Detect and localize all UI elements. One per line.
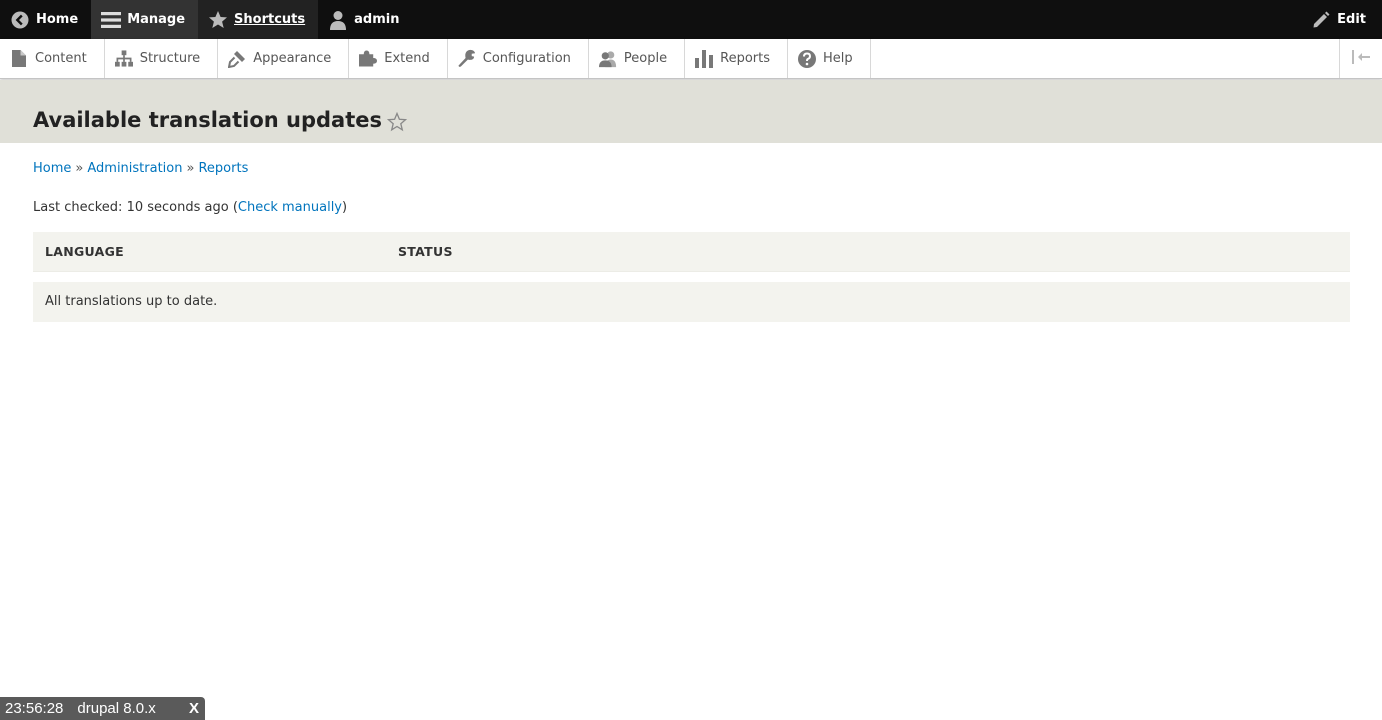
breadcrumb: Home» Administration» Reports (33, 161, 248, 176)
toolbar-shortcuts-label: Shortcuts (234, 12, 306, 27)
column-header-status: STATUS (398, 244, 453, 259)
toolbar-manage-tab[interactable]: Manage (91, 0, 199, 39)
tray-item-label: People (623, 51, 668, 66)
toolbar-edit-label: Edit (1337, 12, 1366, 27)
toolbar-manage-label: Manage (127, 12, 186, 27)
tray-item-label: Structure (139, 51, 201, 66)
toolbar-edit-button[interactable]: Edit (1301, 0, 1382, 39)
environment-overlay: 23:56:28 drupal 8.0.x X (0, 697, 205, 720)
add-shortcut-star-icon[interactable] (386, 111, 408, 132)
tray-item-appearance[interactable]: Appearance (218, 39, 350, 78)
people-icon (598, 50, 617, 68)
collapse-left-icon (1352, 49, 1370, 68)
page-title: Available translation updates (33, 108, 382, 132)
manage-tray: Content Structure Appearance Extend Conf… (0, 39, 1382, 79)
breadcrumb-separator: » (186, 161, 195, 176)
pencil-icon (1311, 10, 1331, 30)
tray-item-label: Content (35, 51, 87, 66)
tray-item-label: Help (823, 51, 853, 66)
bar-chart-icon (695, 49, 714, 68)
puzzle-icon (359, 50, 378, 68)
tray-item-content[interactable]: Content (0, 39, 105, 78)
table-row: All translations up to date. (33, 282, 1350, 322)
tray-item-label: Reports (720, 51, 770, 66)
tray-item-structure[interactable]: Structure (105, 39, 219, 78)
tray-spacer (871, 39, 1339, 78)
last-checked-text: Last checked: 10 seconds ago ( (33, 200, 238, 215)
toolbar-shortcuts-tab[interactable]: Shortcuts (198, 0, 319, 39)
tray-item-people[interactable]: People (589, 39, 686, 78)
tray-item-label: Configuration (482, 51, 571, 66)
empty-table-message: All translations up to date. (45, 294, 218, 309)
toolbar-user-tab[interactable]: admin (318, 0, 412, 39)
table-header: LANGUAGE STATUS (33, 232, 1350, 272)
overlay-label: drupal 8.0.x (77, 700, 156, 717)
breadcrumb-separator: » (75, 161, 84, 176)
tray-item-extend[interactable]: Extend (349, 39, 448, 78)
overlay-close-button[interactable]: X (189, 700, 199, 717)
breadcrumb-reports-link[interactable]: Reports (198, 161, 248, 176)
hamburger-icon (101, 10, 122, 30)
paintbrush-icon (228, 50, 246, 68)
tray-item-reports[interactable]: Reports (685, 39, 788, 78)
tray-orientation-toggle[interactable] (1339, 39, 1382, 78)
column-header-language: LANGUAGE (45, 244, 124, 259)
user-icon (328, 10, 348, 30)
chevron-left-circle-icon (10, 10, 30, 30)
tray-item-label: Extend (384, 51, 430, 66)
file-icon (10, 50, 28, 68)
overlay-time: 23:56:28 (5, 700, 64, 717)
breadcrumb-home-link[interactable]: Home (33, 161, 71, 176)
toolbar-home-link[interactable]: Home (0, 0, 91, 39)
tray-item-help[interactable]: Help (788, 39, 871, 78)
tray-item-label: Appearance (253, 51, 332, 66)
sitemap-icon (114, 50, 133, 68)
toolbar-home-label: Home (36, 12, 79, 27)
last-checked-suffix: ) (342, 200, 348, 215)
breadcrumb-administration-link[interactable]: Administration (87, 161, 182, 176)
admin-toolbar: Home Manage Shortcuts admin Edit (0, 0, 1382, 39)
toolbar-user-label: admin (354, 12, 400, 27)
question-icon (798, 49, 816, 68)
star-icon (208, 10, 228, 30)
check-manually-link[interactable]: Check manually (238, 200, 342, 215)
tray-item-configuration[interactable]: Configuration (448, 39, 589, 78)
wrench-icon (458, 49, 476, 68)
last-checked-status: Last checked: 10 seconds ago (Check manu… (33, 200, 347, 215)
